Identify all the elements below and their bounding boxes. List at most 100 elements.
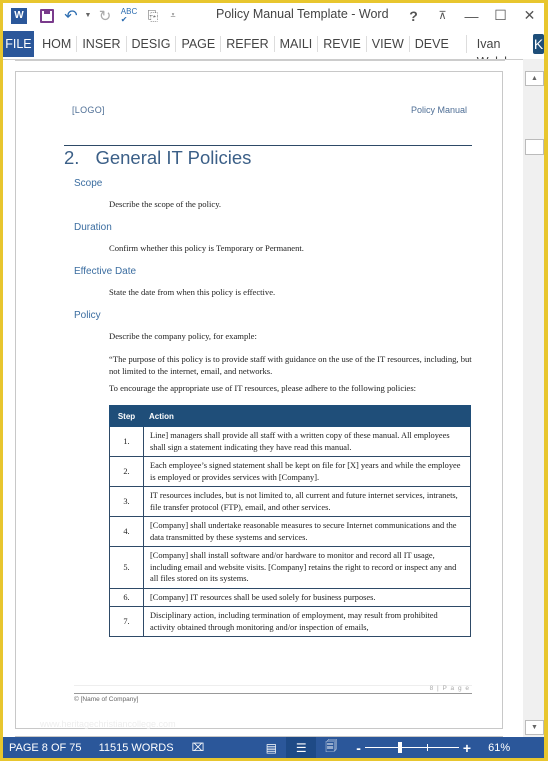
spelling-button[interactable]: ABC ✔ xyxy=(117,5,141,27)
zoom-in-button[interactable]: + xyxy=(463,740,471,756)
table-row: 3. IT resources includes, but is not limi… xyxy=(109,486,471,517)
table-row: 1. Line] managers shall provide all staff… xyxy=(109,426,471,457)
close-icon: ✕ xyxy=(523,7,536,23)
page-count[interactable]: PAGE 8 OF 75 xyxy=(9,742,82,754)
tab-developer[interactable]: DEVE xyxy=(410,36,454,52)
table-row: 2. Each employee’s signed statement shall… xyxy=(109,456,471,487)
help-button[interactable]: ? xyxy=(399,8,428,24)
zoom-percentage[interactable]: 61% xyxy=(488,742,510,754)
tab-review[interactable]: REVIE xyxy=(318,36,367,52)
window-title: Policy Manual Template - Word xyxy=(216,7,389,21)
tab-design[interactable]: DESIG xyxy=(127,36,177,52)
heading-number: 2. xyxy=(64,147,80,168)
word-icon[interactable]: W xyxy=(11,7,27,24)
print-layout-icon: ☰ xyxy=(295,740,307,755)
word-window: W ↶ ▼ ↻ ABC ✔ ⎘ ⩡ Policy Manual Template … xyxy=(3,3,544,758)
zoom-out-button[interactable]: - xyxy=(356,740,361,756)
save-button[interactable] xyxy=(35,5,59,27)
tab-insert[interactable]: INSER xyxy=(77,36,127,52)
scroll-down-button[interactable]: ▼ xyxy=(525,720,544,735)
header-title: Policy Manual xyxy=(410,105,467,115)
section-heading-duration: Duration xyxy=(74,222,112,233)
step-action: Each employee’s signed statement shall b… xyxy=(143,456,471,487)
scroll-thumb[interactable] xyxy=(525,139,544,155)
previous-page-edge xyxy=(15,60,505,61)
proofing-status-icon[interactable]: ⌧ xyxy=(192,741,205,754)
step-number: 7. xyxy=(109,606,144,637)
section-body-duration: Confirm whether this policy is Temporary… xyxy=(109,243,304,253)
document-area: [LOGO] Policy Manual 2. General IT Polici… xyxy=(3,59,523,756)
tab-page-layout[interactable]: PAGE xyxy=(176,36,222,52)
document-page[interactable]: [LOGO] Policy Manual 2. General IT Polici… xyxy=(15,71,503,729)
print-layout-button[interactable]: ☰ xyxy=(286,737,317,758)
footer-copyright: © [Name of Company] xyxy=(74,696,139,703)
policy-intro: To encourage the appropriate use of IT r… xyxy=(109,383,417,393)
step-number: 1. xyxy=(109,426,144,457)
tab-home[interactable]: HOM xyxy=(37,36,78,52)
undo-button[interactable]: ↶ xyxy=(59,5,83,27)
header-logo-placeholder: [LOGO] xyxy=(72,105,105,115)
footer-rule xyxy=(74,693,472,694)
section-body-scope: Describe the scope of the policy. xyxy=(109,199,222,209)
zoom-100-tick xyxy=(426,744,428,751)
step-action: [Company] shall undertake reasonable mea… xyxy=(143,516,471,547)
footer-page-number: 8 | P a g e xyxy=(429,685,470,692)
status-bar: PAGE 8 OF 75 11515 WORDS ⌧ ▤ ☰ 🗐 - + 61% xyxy=(3,737,544,758)
read-mode-button[interactable]: ▤ xyxy=(256,737,286,758)
section-body-effective-date: State the date from when this policy is … xyxy=(109,287,276,297)
maximize-button[interactable]: ☐ xyxy=(486,7,515,24)
help-icon: ? xyxy=(409,7,418,24)
user-account[interactable]: Ivan Walsh▼ xyxy=(465,35,525,69)
heading-rule xyxy=(64,145,472,146)
ribbon-tabs: FILE HOM INSER DESIG PAGE REFER MAILI RE… xyxy=(3,31,544,69)
ribbon-display-button[interactable]: ⊼ xyxy=(428,9,457,22)
section-heading-policy: Policy xyxy=(74,310,101,321)
table-row: 4. [Company] shall undertake reasonable m… xyxy=(109,516,471,547)
web-layout-icon: 🗐 xyxy=(325,739,338,753)
section-body-policy: Describe the company policy, for example… xyxy=(109,331,257,341)
zoom-slider[interactable] xyxy=(364,737,459,758)
arrow-up-icon: ▲ xyxy=(531,75,538,82)
watermark: www.heritagechristiancollege.com xyxy=(40,719,176,729)
column-header-step: Step xyxy=(109,405,144,427)
customize-toolbar-button[interactable]: ⩡ xyxy=(165,5,181,27)
title-bar: W ↶ ▼ ↻ ABC ✔ ⎘ ⩡ Policy Manual Template … xyxy=(3,3,544,28)
word-count[interactable]: 11515 WORDS xyxy=(99,742,174,754)
close-button[interactable]: ✕ xyxy=(515,7,544,24)
step-number: 3. xyxy=(109,486,144,517)
zoom-slider-thumb[interactable] xyxy=(397,742,402,753)
step-number: 6. xyxy=(109,587,144,607)
tab-references[interactable]: REFER xyxy=(221,36,275,52)
table-header-row: Step Action xyxy=(109,405,471,427)
tab-file[interactable]: FILE xyxy=(3,31,34,57)
ribbon-display-icon: ⊼ xyxy=(438,10,447,22)
vertical-scrollbar[interactable]: ▲ ▼ xyxy=(523,59,544,739)
avatar[interactable]: K xyxy=(532,34,544,54)
undo-icon: ↶ xyxy=(64,7,78,25)
scroll-up-button[interactable]: ▲ xyxy=(525,71,544,86)
table-row: 5. [Company] shall install software and/o… xyxy=(109,546,471,589)
section-heading-scope: Scope xyxy=(74,178,103,189)
tab-mailings[interactable]: MAILI xyxy=(275,36,319,52)
step-number: 5. xyxy=(109,546,144,589)
touch-mode-button[interactable]: ⎘ xyxy=(141,5,165,27)
step-action: IT resources includes, but is not limite… xyxy=(143,486,471,517)
spelling-icon: ABC ✔ xyxy=(120,6,138,24)
save-icon xyxy=(40,8,54,23)
policy-quote: “The purpose of this policy is to provid… xyxy=(109,354,472,376)
web-layout-button[interactable]: 🗐 xyxy=(316,737,346,758)
footer-rule-light xyxy=(74,685,472,686)
policy-table: Step Action 1. Line] managers shall provi… xyxy=(109,405,471,637)
window-controls: ? ⊼ — ☐ ✕ xyxy=(399,3,544,28)
table-row: 6. [Company] IT resources shall be used s… xyxy=(109,587,471,607)
undo-dropdown[interactable]: ▼ xyxy=(83,5,93,27)
tab-view[interactable]: VIEW xyxy=(367,36,410,52)
quick-access-toolbar: W ↶ ▼ ↻ ABC ✔ ⎘ ⩡ xyxy=(3,3,181,28)
redo-button[interactable]: ↻ xyxy=(93,5,117,27)
column-header-action: Action xyxy=(143,405,471,427)
minimize-icon: — xyxy=(464,7,479,24)
table-row: 7. Disciplinary action, including termina… xyxy=(109,606,471,637)
minimize-button[interactable]: — xyxy=(457,8,486,24)
heading-general-it-policies: 2. General IT Policies xyxy=(64,147,251,169)
chevron-down-icon: ▼ xyxy=(84,12,92,19)
